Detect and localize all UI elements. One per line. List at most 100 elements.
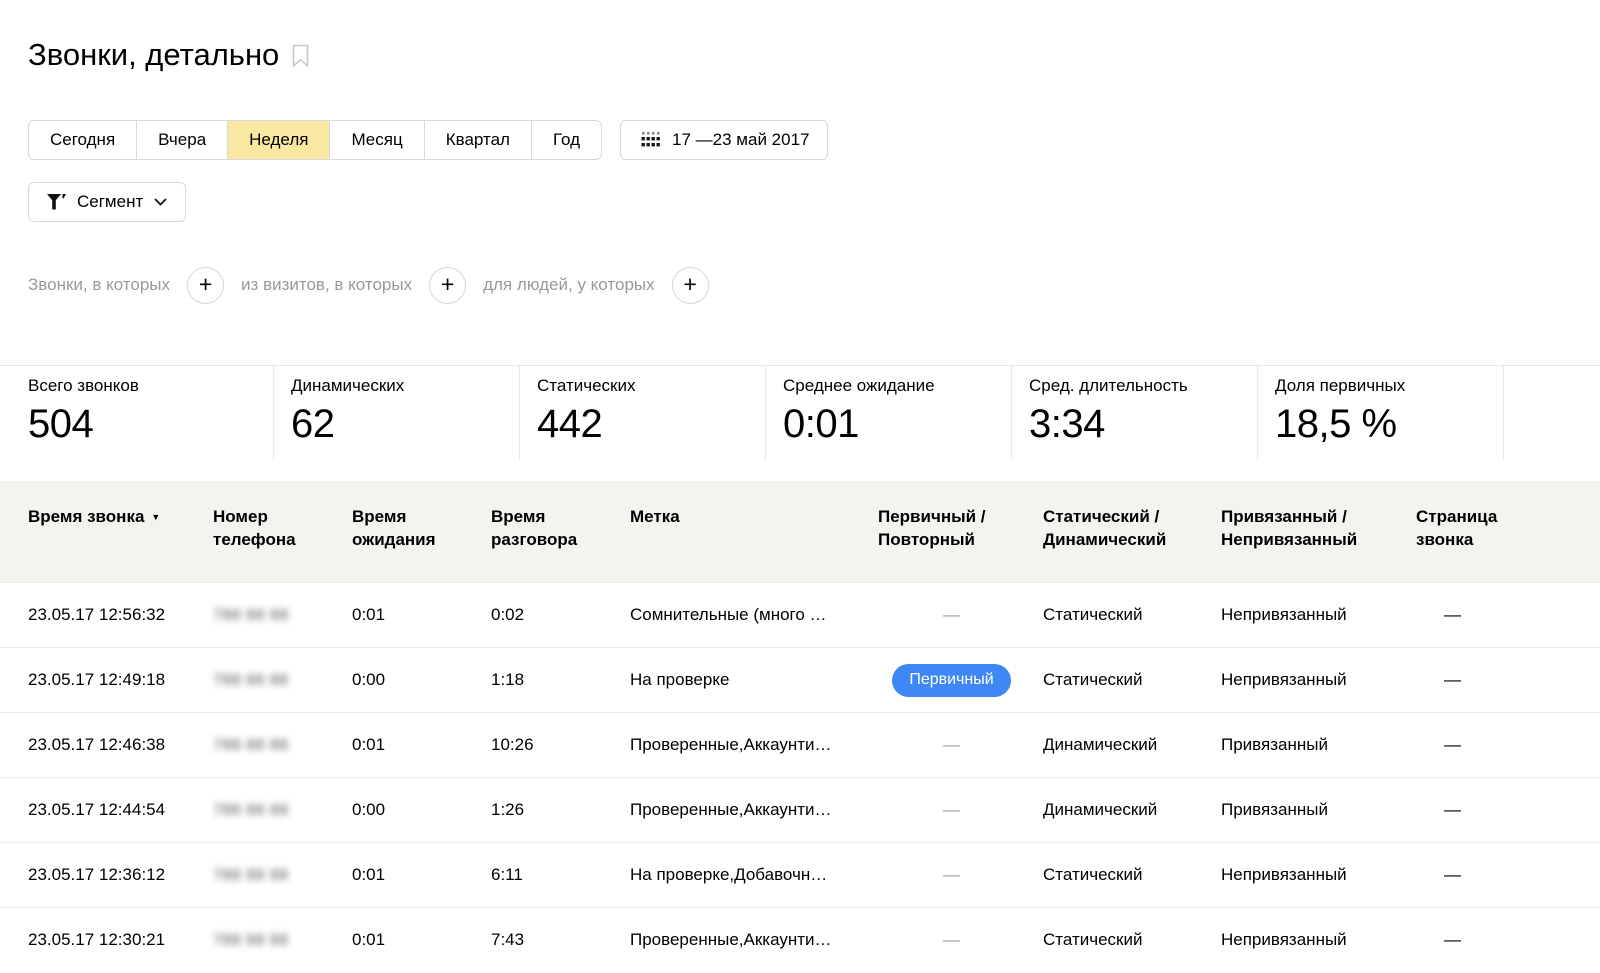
table-row[interactable]: 23.05.17 12:46:38788 88 880:0110:26Прове… bbox=[0, 713, 1600, 778]
empty-dash: — bbox=[943, 735, 960, 754]
tag-cell: Проверенные,Аккаунти… bbox=[630, 778, 878, 843]
phone-masked-value: 788 88 88 bbox=[213, 932, 289, 949]
binding-cell: Непривязанный bbox=[1221, 648, 1416, 713]
segment-button[interactable]: Сегмент bbox=[28, 182, 186, 222]
column-header-2[interactable]: Время ожидания bbox=[352, 481, 491, 583]
column-header-label: Время звонка bbox=[28, 507, 144, 526]
primary-cell: — bbox=[878, 583, 1043, 648]
filter-group-label-1: из визитов, в которых bbox=[241, 275, 412, 295]
column-header-0[interactable]: Время звонка▼ bbox=[0, 481, 213, 583]
column-header-5[interactable]: Первичный / Повторный bbox=[878, 481, 1043, 583]
table-row[interactable]: 23.05.17 12:44:54788 88 880:001:26Провер… bbox=[0, 778, 1600, 843]
wait-time-cell: 0:01 bbox=[352, 583, 491, 648]
empty-dash: — bbox=[1444, 800, 1461, 819]
empty-dash: — bbox=[943, 865, 960, 884]
date-range-button[interactable]: 17 —23 май 2017 bbox=[620, 120, 828, 160]
table-row[interactable]: 23.05.17 12:30:21788 88 880:017:43Провер… bbox=[0, 908, 1600, 973]
column-header-label: Страница звонка bbox=[1416, 505, 1516, 551]
tag-cell: Проверенные,Аккаунти… bbox=[630, 713, 878, 778]
column-header-label: Метка bbox=[630, 507, 680, 526]
add-filter-button-0[interactable]: + bbox=[187, 267, 224, 304]
date-range-label: 17 —23 май 2017 bbox=[672, 130, 809, 150]
column-header-3[interactable]: Время разговора bbox=[491, 481, 630, 583]
binding-cell: Непривязанный bbox=[1221, 843, 1416, 908]
period-tab-2[interactable]: Неделя bbox=[227, 120, 330, 160]
table-row[interactable]: 23.05.17 12:49:18788 88 880:001:18На про… bbox=[0, 648, 1600, 713]
period-tab-5[interactable]: Год bbox=[531, 120, 602, 160]
phone-masked-value: 788 88 88 bbox=[213, 802, 289, 819]
metric-block-5: Доля первичных 18,5 % bbox=[1258, 366, 1504, 460]
add-filter-button-2[interactable]: + bbox=[672, 267, 709, 304]
empty-dash: — bbox=[1444, 930, 1461, 949]
empty-dash: — bbox=[943, 605, 960, 624]
binding-cell: Непривязанный bbox=[1221, 583, 1416, 648]
table-row[interactable]: 23.05.17 12:56:32788 88 880:010:02Сомнит… bbox=[0, 583, 1600, 648]
call-page-cell: — bbox=[1416, 583, 1600, 648]
call-page-cell: — bbox=[1416, 713, 1600, 778]
metric-label: Статических bbox=[537, 376, 765, 396]
metric-value: 62 bbox=[291, 402, 519, 446]
metric-block-2: Статических 442 bbox=[520, 366, 766, 460]
type-cell: Динамический bbox=[1043, 778, 1221, 843]
talk-time-cell: 0:02 bbox=[491, 583, 630, 648]
metric-label: Динамических bbox=[291, 376, 519, 396]
period-tab-3[interactable]: Месяц bbox=[329, 120, 424, 160]
talk-time-cell: 6:11 bbox=[491, 843, 630, 908]
column-header-6[interactable]: Статический / Динамический bbox=[1043, 481, 1221, 583]
metric-value: 18,5 % bbox=[1275, 402, 1503, 446]
tag-cell: Проверенные,Аккаунти… bbox=[630, 908, 878, 973]
call-time-cell: 23.05.17 12:44:54 bbox=[0, 778, 213, 843]
phone-cell: 788 88 88 bbox=[213, 908, 352, 973]
column-header-4[interactable]: Метка bbox=[630, 481, 878, 583]
wait-time-cell: 0:00 bbox=[352, 648, 491, 713]
primary-cell: Первичный bbox=[878, 648, 1043, 713]
filter-group-label-2: для людей, у которых bbox=[483, 275, 655, 295]
column-header-label: Номер телефона bbox=[213, 507, 296, 549]
phone-cell: 788 88 88 bbox=[213, 713, 352, 778]
type-cell: Статический bbox=[1043, 843, 1221, 908]
period-toolbar: СегодняВчераНеделяМесяцКварталГод 17 —23… bbox=[28, 120, 1600, 160]
table-row[interactable]: 23.05.17 12:36:12788 88 880:016:11На про… bbox=[0, 843, 1600, 908]
phone-cell: 788 88 88 bbox=[213, 583, 352, 648]
segment-row: Сегмент bbox=[28, 182, 1600, 222]
tag-cell: На проверке bbox=[630, 648, 878, 713]
period-tab-1[interactable]: Вчера bbox=[136, 120, 228, 160]
metric-label: Всего звонков bbox=[28, 376, 273, 396]
column-header-label: Привязанный / Непривязанный bbox=[1221, 507, 1357, 549]
call-page-cell: — bbox=[1416, 648, 1600, 713]
call-page-cell: — bbox=[1416, 908, 1600, 973]
period-tab-0[interactable]: Сегодня bbox=[28, 120, 137, 160]
metric-value: 442 bbox=[537, 402, 765, 446]
primary-cell: — bbox=[878, 843, 1043, 908]
bookmark-icon[interactable] bbox=[292, 44, 309, 71]
primary-cell: — bbox=[878, 778, 1043, 843]
call-page-cell: — bbox=[1416, 843, 1600, 908]
table-header-row: Время звонка▼Номер телефона Время ожидани… bbox=[0, 481, 1600, 583]
empty-dash: — bbox=[1444, 670, 1461, 689]
column-header-1[interactable]: Номер телефона bbox=[213, 481, 352, 583]
type-cell: Статический bbox=[1043, 648, 1221, 713]
column-header-label: Статический / Динамический bbox=[1043, 507, 1166, 549]
call-time-cell: 23.05.17 12:56:32 bbox=[0, 583, 213, 648]
metric-block-4: Сред. длительность 3:34 bbox=[1012, 366, 1258, 460]
add-filter-button-1[interactable]: + bbox=[429, 267, 466, 304]
column-header-7[interactable]: Привязанный / Непривязанный bbox=[1221, 481, 1416, 583]
call-time-cell: 23.05.17 12:36:12 bbox=[0, 843, 213, 908]
tag-cell: На проверке,Добавочн… bbox=[630, 843, 878, 908]
metric-value: 3:34 bbox=[1029, 402, 1257, 446]
period-tab-4[interactable]: Квартал bbox=[424, 120, 532, 160]
phone-cell: 788 88 88 bbox=[213, 648, 352, 713]
column-header-8[interactable]: Страница звонка bbox=[1416, 481, 1600, 583]
phone-masked-value: 788 88 88 bbox=[213, 737, 289, 754]
talk-time-cell: 1:18 bbox=[491, 648, 630, 713]
wait-time-cell: 0:00 bbox=[352, 778, 491, 843]
type-cell: Статический bbox=[1043, 908, 1221, 973]
column-header-label: Время разговора bbox=[491, 507, 577, 549]
metric-label: Сред. длительность bbox=[1029, 376, 1257, 396]
wait-time-cell: 0:01 bbox=[352, 713, 491, 778]
metric-label: Среднее ожидание bbox=[783, 376, 1011, 396]
metric-block-3: Среднее ожидание0:01 bbox=[766, 366, 1012, 460]
empty-dash: — bbox=[943, 800, 960, 819]
binding-cell: Непривязанный bbox=[1221, 908, 1416, 973]
metric-label: Доля первичных bbox=[1275, 376, 1503, 396]
